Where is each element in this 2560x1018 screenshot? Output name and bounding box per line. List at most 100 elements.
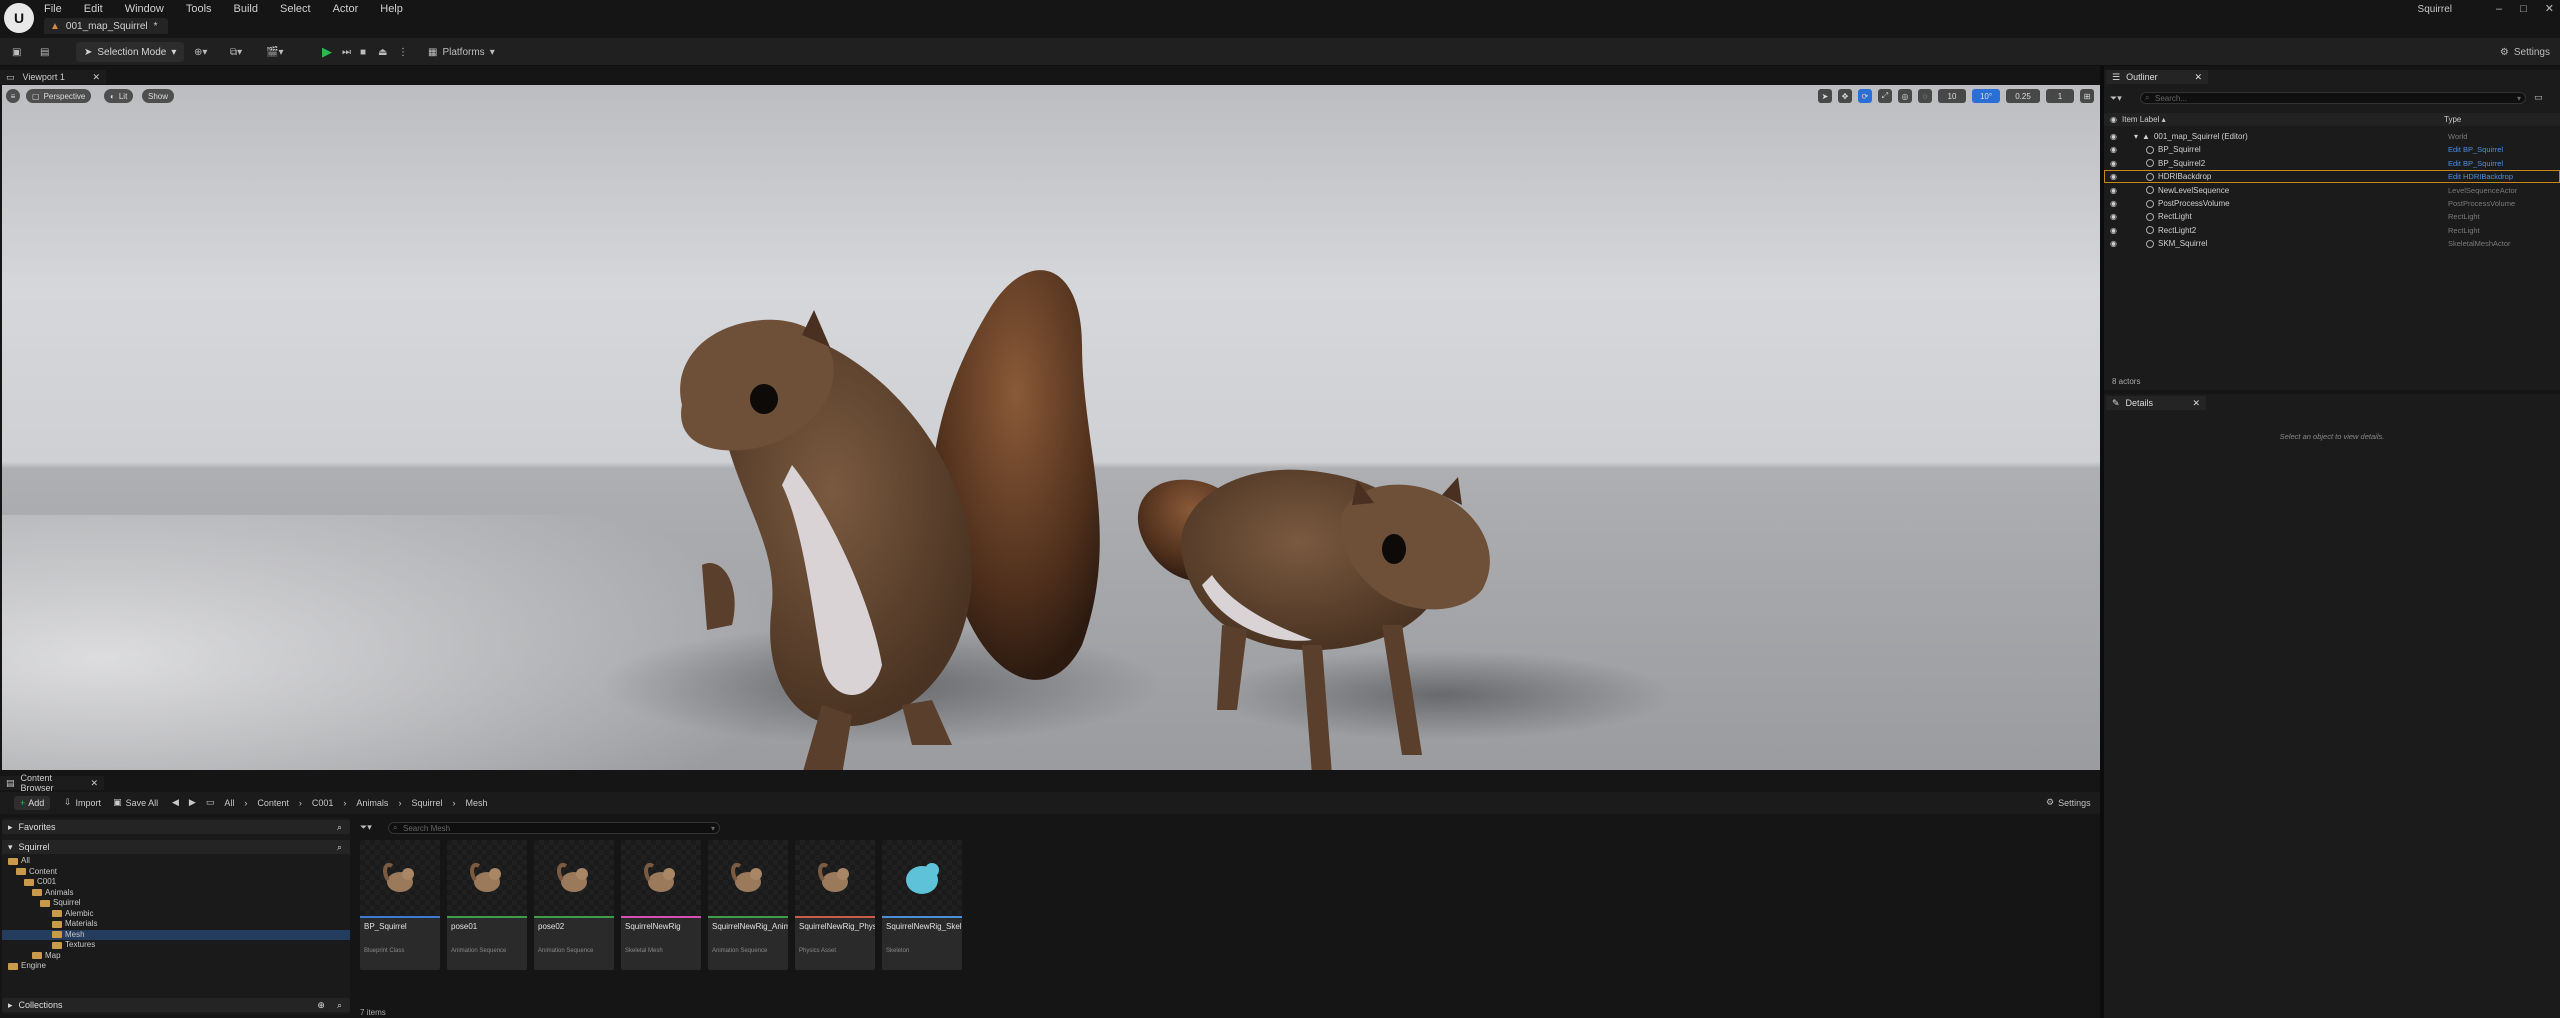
menu-actor[interactable]: Actor [333, 3, 359, 15]
breadcrumb-c001[interactable]: C001 [312, 798, 334, 808]
menu-window[interactable]: Window [125, 3, 164, 15]
outliner-row[interactable]: ◉ RectLight RectLight [2104, 210, 2560, 223]
asset-tile[interactable]: SquirrelNewRig_Skeleton Skeleton [882, 840, 962, 970]
menu-help[interactable]: Help [380, 3, 403, 15]
visibility-icon[interactable]: ◉ [2110, 239, 2117, 248]
save-icon[interactable]: ▣ [12, 44, 21, 60]
scale-tool-icon[interactable]: ⤢ [1878, 89, 1892, 103]
close-icon[interactable]: ✕ [2192, 398, 2200, 409]
collections-header[interactable]: ▸ Collections ⊕ ⌕ [2, 998, 350, 1012]
item-label-header[interactable]: Item Label ▴ [2122, 115, 2166, 124]
lit-button[interactable]: ◐ Lit [104, 89, 134, 103]
surface-snap-icon[interactable]: ◌ [1918, 89, 1932, 103]
settings-dropdown[interactable]: ⚙ Settings [2500, 44, 2550, 60]
back-icon[interactable]: ◀ [172, 797, 179, 808]
platforms-dropdown[interactable]: ▦ Platforms ▾ [428, 44, 495, 60]
viewport-tab[interactable]: ▭ Viewport 1 ✕ [0, 70, 106, 84]
add-folder-icon[interactable]: ▭ [2534, 92, 2543, 103]
outliner-row[interactable]: ◉ PostProcessVolume PostProcessVolume [2104, 197, 2560, 210]
outliner-row[interactable]: ◉ ▾ ▲ 001_map_Squirrel (Editor) World [2104, 130, 2560, 143]
outliner-row[interactable]: ◉ HDRIBackdrop Edit HDRIBackdrop [2104, 170, 2560, 184]
close-icon[interactable]: ✕ [2194, 72, 2202, 83]
grid-snap-icon[interactable]: 10 [1938, 89, 1966, 103]
outliner-item-type[interactable]: Edit HDRIBackdrop [2448, 172, 2513, 181]
add-actor-icon[interactable]: ⊕▾ [194, 44, 207, 60]
tree-item[interactable]: All [2, 856, 350, 867]
outliner-row[interactable]: ◉ NewLevelSequence LevelSequenceActor [2104, 184, 2560, 197]
breadcrumb-animals[interactable]: Animals [356, 798, 388, 808]
menu-build[interactable]: Build [234, 3, 258, 15]
scale-snap-icon[interactable]: 0.25 [2006, 89, 2040, 103]
visibility-icon[interactable]: ◉ [2110, 145, 2117, 154]
selection-mode-dropdown[interactable]: ➤ Selection Mode ▾ [76, 42, 185, 62]
outliner-item-type[interactable]: Edit BP_Squirrel [2448, 145, 2503, 154]
more-options-icon[interactable]: ⋮ [398, 44, 408, 60]
viewport-menu-icon[interactable]: ≡ [6, 89, 20, 103]
layout-icon[interactable]: ⊞ [2080, 89, 2094, 103]
root-header[interactable]: ▾ Squirrel ⌕ [2, 840, 350, 854]
details-tab[interactable]: ✎ Details ✕ [2106, 396, 2206, 410]
play-icon[interactable]: ▶ [322, 44, 332, 60]
skip-icon[interactable]: ⏭ [342, 44, 351, 60]
rotate-tool-icon[interactable]: ⟳ [1858, 89, 1872, 103]
camera-speed-icon[interactable]: 1 [2046, 89, 2074, 103]
maximize-icon[interactable]: □ [2520, 3, 2527, 15]
show-button[interactable]: Show [142, 89, 175, 103]
eject-icon[interactable]: ⏏ [378, 44, 387, 60]
close-icon[interactable]: ✕ [90, 778, 98, 789]
expand-icon[interactable]: ▾ [2134, 132, 2138, 141]
content-browser-settings[interactable]: ⚙ Settings [2046, 797, 2091, 808]
outliner-tab[interactable]: ☰ Outliner ✕ [2106, 70, 2208, 84]
tree-item[interactable]: Squirrel [2, 898, 350, 909]
outliner-row[interactable]: ◉ BP_Squirrel2 Edit BP_Squirrel [2104, 157, 2560, 170]
unreal-logo-icon[interactable]: U [4, 3, 34, 33]
tree-item[interactable]: Textures [2, 940, 350, 951]
favorites-header[interactable]: ▸ Favorites ⌕ [2, 820, 350, 834]
tree-item[interactable]: C001 [2, 877, 350, 888]
tree-item[interactable]: Alembic [2, 909, 350, 920]
tree-item[interactable]: Materials [2, 919, 350, 930]
outliner-row[interactable]: ◉ SKM_Squirrel SkeletalMeshActor [2104, 237, 2560, 250]
forward-icon[interactable]: ▶ [189, 797, 196, 808]
blueprint-icon[interactable]: ⧉▾ [230, 44, 242, 60]
cinematics-icon[interactable]: 🎬▾ [266, 44, 283, 60]
minimize-icon[interactable]: – [2496, 3, 2502, 15]
visibility-icon[interactable]: ◉ [2110, 186, 2117, 195]
menu-edit[interactable]: Edit [84, 3, 103, 15]
asset-tile[interactable]: SquirrelNewRig_Anim Animation Sequence [708, 840, 788, 970]
add-button[interactable]: + Add [14, 796, 51, 810]
content-browser-icon[interactable]: ▤ [40, 44, 49, 60]
tree-item-selected[interactable]: Mesh [2, 929, 350, 940]
asset-tile[interactable]: pose02 Animation Sequence [534, 840, 614, 970]
asset-tile[interactable]: SquirrelNewRig_PhysicsAsset Physics Asset [795, 840, 875, 970]
level-viewport[interactable]: ≡ ▢ Perspective ◐ Lit Show ➤ ✥ ⟳ ⤢ ◎ ◌ 1… [2, 85, 2100, 770]
world-local-icon[interactable]: ◎ [1898, 89, 1912, 103]
type-header[interactable]: Type [2444, 115, 2461, 124]
map-tab[interactable]: ▲ 001_map_Squirrel * [44, 18, 168, 34]
menu-select[interactable]: Select [280, 3, 311, 15]
menu-tools[interactable]: Tools [186, 3, 212, 15]
outliner-item-type[interactable]: Edit BP_Squirrel [2448, 159, 2503, 168]
stop-icon[interactable]: ■ [360, 44, 366, 60]
asset-search-input[interactable]: ⌕ Search Mesh ▾ [388, 822, 720, 834]
visibility-icon[interactable]: ◉ [2110, 132, 2117, 141]
tree-item[interactable]: Engine [2, 961, 350, 972]
filter-icon[interactable]: ⏷▾ [360, 822, 372, 833]
breadcrumb-squirrel[interactable]: Squirrel [411, 798, 442, 808]
asset-tile[interactable]: pose01 Animation Sequence [447, 840, 527, 970]
add-collection-icon[interactable]: ⊕ [317, 1000, 325, 1011]
visibility-icon[interactable]: ◉ [2110, 212, 2117, 221]
close-icon[interactable]: ✕ [92, 72, 100, 83]
menu-file[interactable]: File [44, 3, 62, 15]
visibility-icon[interactable]: ◉ [2110, 115, 2117, 124]
move-tool-icon[interactable]: ✥ [1838, 89, 1852, 103]
search-icon[interactable]: ⌕ [337, 822, 342, 833]
asset-tile[interactable]: SquirrelNewRig Skeletal Mesh [621, 840, 701, 970]
tree-item[interactable]: Animals [2, 888, 350, 899]
import-button[interactable]: ⇩ Import [64, 797, 101, 808]
asset-tile[interactable]: BP_Squirrel Blueprint Class [360, 840, 440, 970]
tree-item[interactable]: Content [2, 867, 350, 878]
tree-item[interactable]: Map [2, 951, 350, 962]
close-icon[interactable]: ✕ [2545, 2, 2554, 15]
visibility-icon[interactable]: ◉ [2110, 172, 2117, 181]
